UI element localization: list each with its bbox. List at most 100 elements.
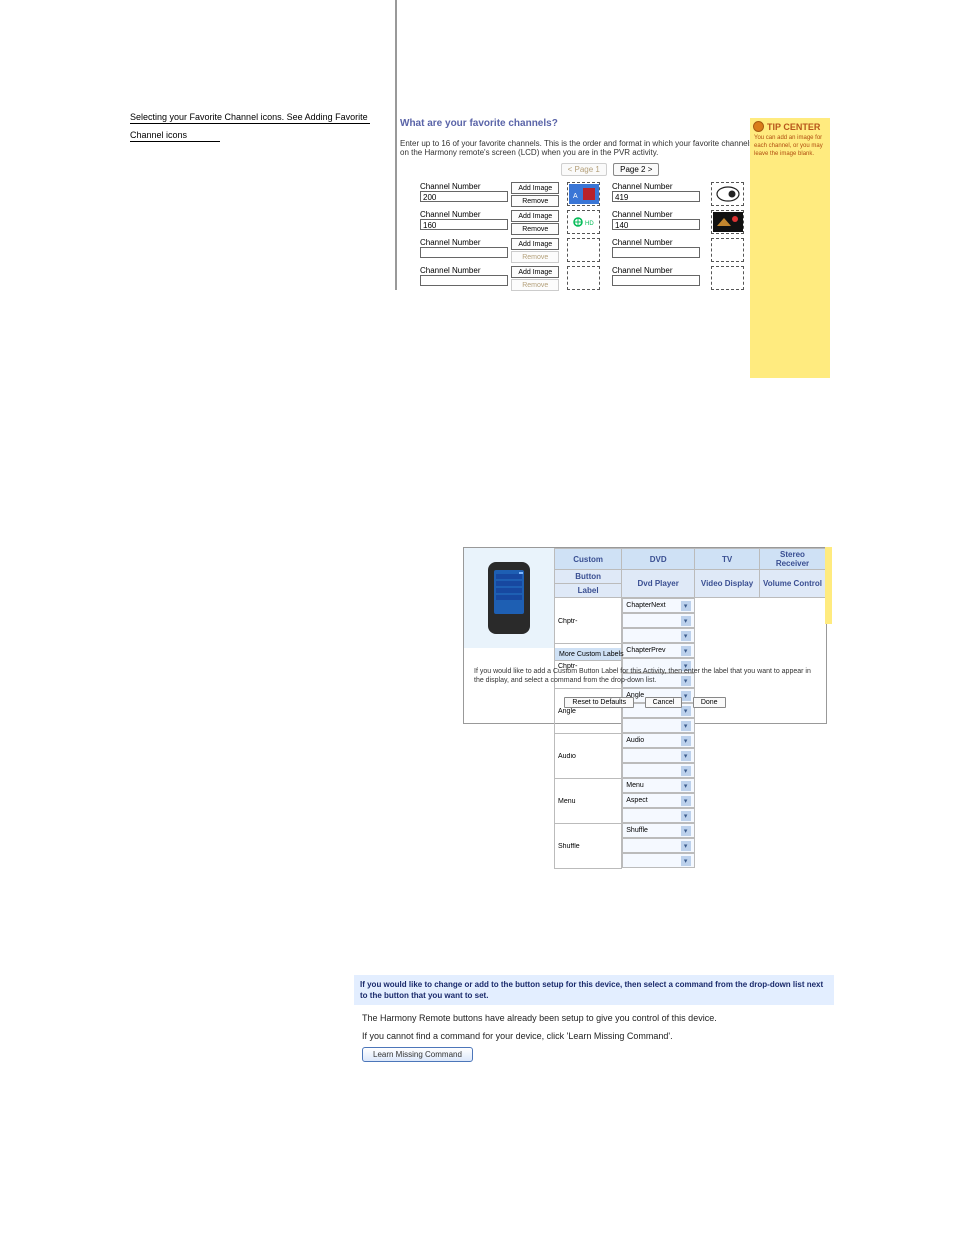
config-row: Shuffle▾▾▾ xyxy=(555,823,826,868)
col-button: Button xyxy=(555,570,622,584)
command-select[interactable]: ChapterPrev▾ xyxy=(622,643,694,658)
learn-missing-command-button[interactable]: Learn Missing Command xyxy=(362,1047,473,1062)
command-select[interactable]: ▾ xyxy=(622,748,694,763)
done-button[interactable]: Done xyxy=(693,697,726,708)
channel-number-input[interactable]: 419 xyxy=(612,191,700,202)
channel-number-label: Channel Number xyxy=(420,266,511,275)
col-dvd: DVD xyxy=(622,549,695,570)
command-select[interactable]: ▾ xyxy=(622,853,694,868)
learn-instruction-bar: If you would like to change or add to th… xyxy=(354,975,834,1005)
channel-number-label: Channel Number xyxy=(612,266,703,275)
svg-text:HD: HD xyxy=(585,221,594,227)
command-select[interactable]: Audio▾ xyxy=(622,733,694,748)
label-input[interactable] xyxy=(558,843,612,850)
label-cell[interactable] xyxy=(555,733,622,778)
label-input[interactable] xyxy=(558,798,612,805)
channel-number-input[interactable] xyxy=(612,247,700,258)
chevron-down-icon: ▾ xyxy=(681,751,691,761)
fav-row: Channel NumberAdd ImageRemoveChannel Num… xyxy=(420,238,800,264)
channel-thumbnail: HD xyxy=(567,210,600,234)
fav-row: Channel NumberAdd ImageRemoveChannel Num… xyxy=(420,266,800,292)
remote-icon xyxy=(486,560,532,636)
add-image-button[interactable]: Add Image xyxy=(511,182,559,194)
label-cell[interactable] xyxy=(555,778,622,823)
label-input[interactable] xyxy=(558,618,612,625)
remove-button[interactable]: Remove xyxy=(511,195,559,207)
toc-line-2: Channel icons xyxy=(130,129,375,142)
command-select[interactable]: ChapterNext▾ xyxy=(622,598,694,613)
channel-number-label: Channel Number xyxy=(420,210,511,219)
chevron-down-icon: ▾ xyxy=(681,826,691,836)
fav-grid: Channel Number200Add ImageRemoveAChannel… xyxy=(420,182,800,292)
remove-button: Remove xyxy=(511,251,559,263)
chevron-down-icon: ▾ xyxy=(681,766,691,776)
command-select[interactable]: ▾ xyxy=(622,613,694,628)
channel-thumbnail xyxy=(711,182,744,206)
remove-button[interactable]: Remove xyxy=(511,223,559,235)
channel-thumbnail xyxy=(711,210,744,234)
chevron-down-icon: ▾ xyxy=(681,781,691,791)
channel-thumbnail xyxy=(711,238,744,262)
label-cell[interactable] xyxy=(555,598,622,644)
command-select[interactable]: ▾ xyxy=(622,763,694,778)
command-select[interactable]: Menu▾ xyxy=(622,778,694,793)
channel-number-input[interactable] xyxy=(420,275,508,286)
add-image-button[interactable]: Add Image xyxy=(511,210,559,222)
channel-number-input[interactable]: 160 xyxy=(420,219,508,230)
channel-thumbnail xyxy=(567,266,600,290)
channel-number-label: Channel Number xyxy=(612,182,703,191)
channel-thumbnail: A xyxy=(567,182,600,206)
reset-defaults-button[interactable]: Reset to Defaults xyxy=(564,697,634,708)
remove-button: Remove xyxy=(511,279,559,291)
channel-number-input[interactable] xyxy=(612,275,700,286)
page-next-button[interactable]: Page 2 > xyxy=(613,163,659,176)
tip-center: TIP CENTER You can add an image for each… xyxy=(750,118,830,378)
col-dvd-player: Dvd Player xyxy=(622,570,695,598)
command-select[interactable]: ▾ xyxy=(622,808,694,823)
tip-icon xyxy=(753,121,764,132)
command-select[interactable]: ▾ xyxy=(622,628,694,643)
command-select[interactable]: Shuffle▾ xyxy=(622,823,694,838)
col-label: Label xyxy=(555,584,622,598)
chevron-down-icon: ▾ xyxy=(681,646,691,656)
channel-number-input[interactable]: 200 xyxy=(420,191,508,202)
col-tv: TV xyxy=(695,549,760,570)
cancel-button[interactable]: Cancel xyxy=(645,697,683,708)
page-prev-button[interactable]: < Page 1 xyxy=(561,163,607,176)
channel-number-input[interactable]: 140 xyxy=(612,219,700,230)
channel-number-input[interactable] xyxy=(420,247,508,258)
fav-row: Channel Number160Add ImageRemoveHDChanne… xyxy=(420,210,800,236)
svg-text:A: A xyxy=(573,193,578,200)
chevron-down-icon: ▾ xyxy=(681,676,691,686)
label-input[interactable] xyxy=(558,708,612,715)
channel-number-label: Channel Number xyxy=(420,238,511,247)
config-row: Menu▾Aspect▾ ▾ xyxy=(555,778,826,823)
fav-row: Channel Number200Add ImageRemoveAChannel… xyxy=(420,182,800,208)
col-volume-control: Volume Control xyxy=(760,570,826,598)
chevron-down-icon: ▾ xyxy=(681,616,691,626)
command-select[interactable]: ▾ xyxy=(622,718,694,733)
chevron-down-icon: ▾ xyxy=(681,601,691,611)
tip-title: TIP CENTER xyxy=(767,122,820,132)
chevron-down-icon: ▾ xyxy=(681,736,691,746)
label-input[interactable] xyxy=(558,753,612,760)
add-image-button[interactable]: Add Image xyxy=(511,266,559,278)
channel-thumbnail xyxy=(711,266,744,290)
col-video-display: Video Display xyxy=(695,570,760,598)
tip-strip xyxy=(825,547,832,624)
command-select[interactable]: ▾ xyxy=(622,838,694,853)
col-custom: Custom xyxy=(555,549,622,570)
label-cell[interactable] xyxy=(555,823,622,868)
command-select[interactable]: Aspect▾ xyxy=(622,793,694,808)
custom-button-config: Custom DVD TV Stereo Receiver Button Dvd… xyxy=(463,547,827,724)
add-image-button[interactable]: Add Image xyxy=(511,238,559,250)
channel-number-label: Channel Number xyxy=(612,210,703,219)
learn-command-panel: If you would like to change or add to th… xyxy=(354,975,834,1055)
channel-thumbnail xyxy=(567,238,600,262)
config-table: Custom DVD TV Stereo Receiver Button Dvd… xyxy=(554,548,826,648)
chevron-down-icon: ▾ xyxy=(681,631,691,641)
tip-body: You can add an image for each channel, o… xyxy=(750,134,830,158)
chevron-down-icon: ▾ xyxy=(681,841,691,851)
chevron-down-icon: ▾ xyxy=(681,856,691,866)
chevron-down-icon: ▾ xyxy=(681,811,691,821)
